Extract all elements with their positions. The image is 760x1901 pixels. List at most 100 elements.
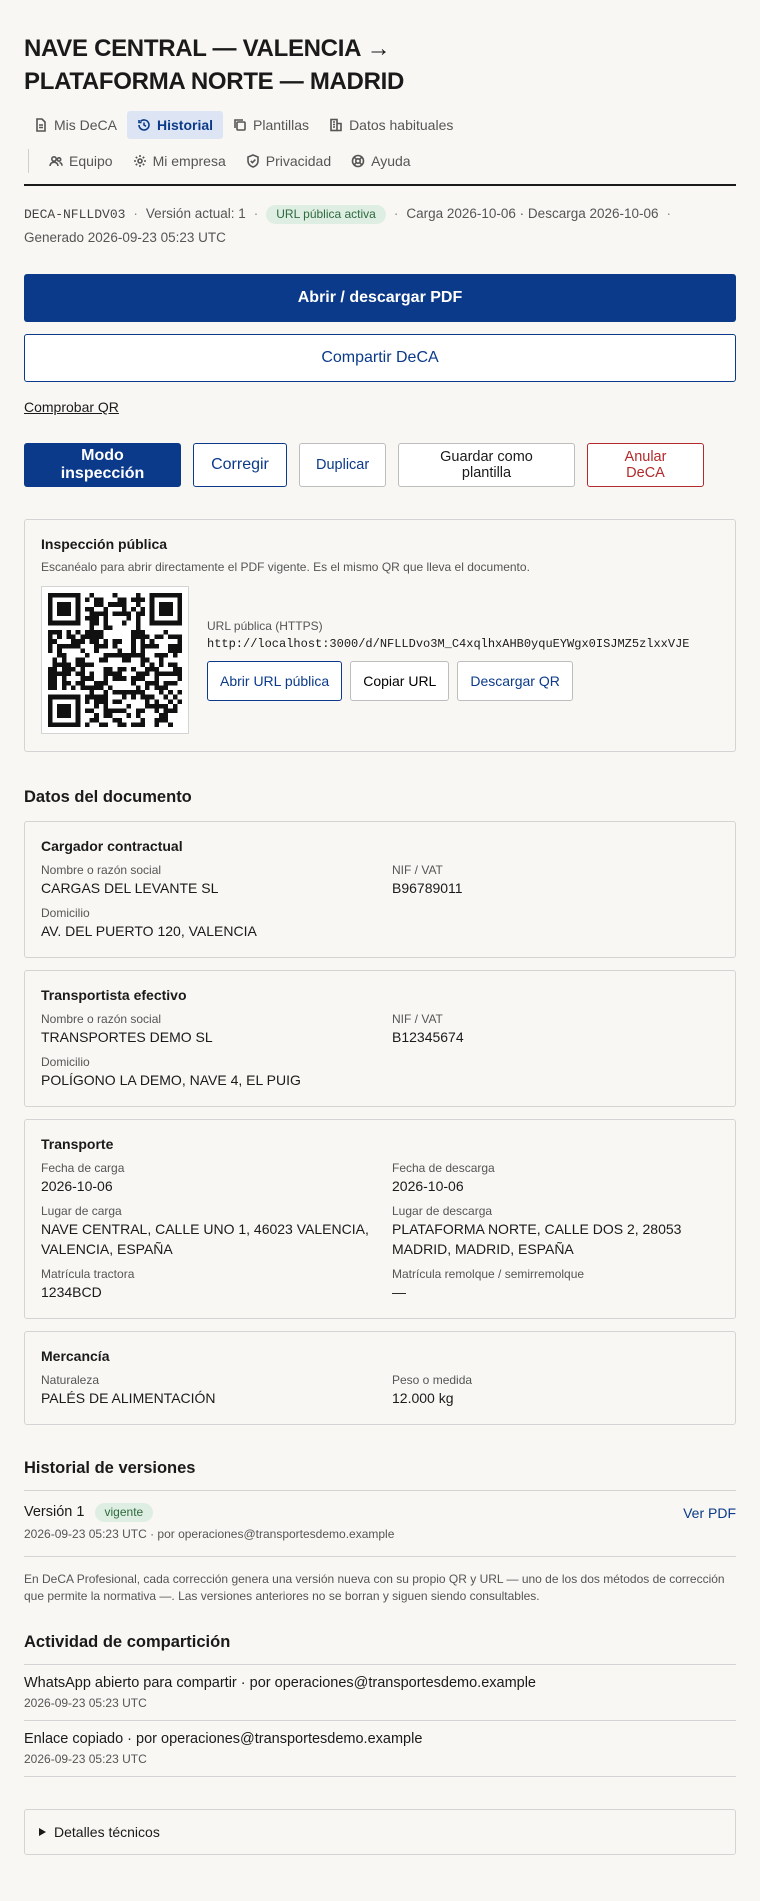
field-value: PLATAFORMA NORTE, CALLE DOS 2, 28053 MAD…: [392, 1221, 682, 1257]
versions-note: En DeCA Profesional, cada corrección gen…: [24, 1556, 736, 1605]
goods-card: Mercancía Naturaleza PALÉS DE ALIMENTACI…: [24, 1331, 736, 1425]
field-label: Lugar de descarga: [392, 1204, 493, 1218]
goods-weight-field: Peso o medida 12.000 kg: [392, 1373, 719, 1408]
nav-privacidad-label: Privacidad: [265, 153, 332, 169]
public-url-value: http://localhost:3000/d/NFLLDvo3M_C4xqlh…: [207, 637, 690, 651]
shipper-vat-field: NIF / VAT B96789011: [392, 863, 719, 898]
technical-details-toggle[interactable]: Detalles técnicos: [24, 1809, 736, 1855]
field-label: Fecha de descarga: [392, 1161, 495, 1175]
trailer-plate-field: Matrícula remolque / semirremolque —: [392, 1267, 719, 1302]
nav-historial[interactable]: Historial: [127, 111, 224, 139]
triangle-right-icon: [39, 1828, 46, 1836]
save-template-button[interactable]: Guardar como plantilla: [398, 443, 575, 487]
carrier-title: Transportista efectivo: [41, 987, 187, 1003]
document-data-title: Datos del documento: [24, 788, 192, 806]
download-qr-button[interactable]: Descargar QR: [457, 661, 573, 701]
public-url-label: URL pública (HTTPS): [207, 619, 323, 633]
shipper-title: Cargador contractual: [41, 838, 183, 854]
version-row: Versión 1 vigente Ver PDF: [24, 1503, 736, 1522]
share-activity-time: 2026-09-23 05:23 UTC: [24, 1696, 147, 1710]
nav-mi-empresa[interactable]: Mi empresa: [123, 147, 236, 175]
carrier-vat-field: NIF / VAT B12345674: [392, 1012, 719, 1047]
open-pdf-button[interactable]: Abrir / descargar PDF: [24, 274, 736, 322]
nav-mis-deca-label: Mis DeCA: [54, 117, 118, 133]
copy-url-button[interactable]: Copiar URL: [350, 661, 450, 701]
share-activity-time: 2026-09-23 05:23 UTC: [24, 1752, 147, 1766]
inspection-mode-button[interactable]: Modo inspección: [24, 443, 181, 487]
goods-fields: Naturaleza PALÉS DE ALIMENTACIÓN Peso o …: [41, 1373, 719, 1408]
nav-plantillas[interactable]: Plantillas: [223, 111, 319, 139]
field-value: 2026-10-06: [392, 1178, 464, 1194]
qr-code: [41, 586, 189, 734]
field-value: PALÉS DE ALIMENTACIÓN: [41, 1390, 216, 1406]
field-value: CARGAS DEL LEVANTE SL: [41, 880, 219, 896]
shipper-card: Cargador contractual Nombre o razón soci…: [24, 821, 736, 958]
list-item: WhatsApp abierto para compartir · por op…: [24, 1665, 736, 1721]
document-code: DECA-NFLLDV03: [24, 207, 126, 222]
meta-separator: ·: [666, 206, 672, 221]
load-place-field: Lugar de carga NAVE CENTRAL, CALLE UNO 1…: [41, 1204, 392, 1259]
nav-mis-deca[interactable]: Mis DeCA: [24, 111, 127, 139]
version-label: Versión 1: [24, 1504, 85, 1520]
check-qr-link[interactable]: Comprobar QR: [24, 399, 119, 415]
gear-icon: [133, 155, 146, 167]
field-value: 1234BCD: [41, 1284, 102, 1300]
page-title: NAVE CENTRAL — VALENCIA → PLATAFORMA NOR…: [24, 35, 405, 95]
field-value: POLÍGONO LA DEMO, NAVE 4, EL PUIG: [41, 1072, 301, 1088]
field-value: 2026-10-06: [41, 1178, 113, 1194]
transport-title: Transporte: [41, 1136, 114, 1152]
shield-icon: [246, 154, 259, 168]
divider: [24, 1490, 736, 1491]
nav-datos-habituales-label: Datos habituales: [349, 117, 454, 133]
list-item: Enlace copiado · por operaciones@transpo…: [24, 1721, 736, 1777]
nav-privacidad[interactable]: Privacidad: [236, 147, 341, 175]
field-label: NIF / VAT: [392, 1012, 443, 1026]
meta-separator: ·: [393, 206, 399, 221]
nav-datos-habituales[interactable]: Datos habituales: [319, 111, 463, 139]
carrier-name-field: Nombre o razón social TRANSPORTES DEMO S…: [41, 1012, 392, 1047]
load-unload-dates: Carga 2026-10-06 · Descarga 2026-10-06: [406, 206, 659, 221]
version-history-title: Historial de versiones: [24, 1459, 196, 1477]
shipper-fields: Nombre o razón social CARGAS DEL LEVANTE…: [41, 863, 719, 941]
shipper-name-field: Nombre o razón social CARGAS DEL LEVANTE…: [41, 863, 392, 898]
field-label: Nombre o razón social: [41, 863, 162, 877]
technical-details-label: Detalles técnicos: [54, 1824, 160, 1840]
version-name: Versión 1 vigente: [24, 1503, 154, 1522]
field-label: Naturaleza: [41, 1373, 100, 1387]
duplicate-button[interactable]: Duplicar: [299, 443, 386, 487]
generated-at: Generado 2026-09-23 05:23 UTC: [24, 230, 226, 245]
history-icon: [138, 119, 150, 131]
page: NAVE CENTRAL — VALENCIA → PLATAFORMA NOR…: [0, 0, 760, 1855]
share-activity-text: Enlace copiado · por operaciones@transpo…: [24, 1731, 423, 1747]
unload-date-field: Fecha de descarga 2026-10-06: [392, 1161, 719, 1196]
share-activity-text: WhatsApp abierto para compartir · por op…: [24, 1675, 536, 1691]
document-icon: [36, 118, 46, 132]
correct-button[interactable]: Corregir: [193, 443, 287, 487]
inspection-url-panel: URL pública (HTTPS) http://localhost:300…: [207, 619, 689, 701]
cancel-deca-button[interactable]: Anular DeCA: [587, 443, 704, 487]
inspection-body: URL pública (HTTPS) http://localhost:300…: [41, 586, 719, 734]
goods-title: Mercancía: [41, 1348, 110, 1364]
field-value: 12.000 kg: [392, 1390, 454, 1406]
nav-equipo[interactable]: Equipo: [39, 147, 123, 175]
open-public-url-button[interactable]: Abrir URL pública: [207, 661, 343, 701]
view-pdf-link[interactable]: Ver PDF: [683, 1505, 736, 1521]
sharing-activity-title: Actividad de compartición: [24, 1633, 231, 1651]
transport-card: Transporte Fecha de carga 2026-10-06 Fec…: [24, 1119, 736, 1319]
field-value: B96789011: [392, 880, 463, 896]
building-icon: [330, 118, 342, 132]
carrier-fields: Nombre o razón social TRANSPORTES DEMO S…: [41, 1012, 719, 1090]
document-actions: Modo inspección Corregir Duplicar Guarda…: [24, 443, 736, 487]
current-version: Versión actual: 1: [145, 206, 246, 221]
help-icon: [351, 154, 365, 168]
meta-separator: ·: [253, 206, 259, 221]
share-button[interactable]: Compartir DeCA: [24, 334, 736, 382]
field-label: Peso o medida: [392, 1373, 473, 1387]
nav-ayuda[interactable]: Ayuda: [341, 147, 420, 175]
document-meta: DECA-NFLLDV03 · Versión actual: 1 · URL públ…: [24, 202, 736, 249]
inspection-buttons: Abrir URL pública Copiar URL Descargar Q…: [207, 661, 689, 701]
field-label: NIF / VAT: [392, 863, 443, 877]
load-date-field: Fecha de carga 2026-10-06: [41, 1161, 392, 1196]
nav-row-secondary: Equipo Mi empresa Privacidad Ayuda: [24, 144, 736, 178]
field-value: AV. DEL PUERTO 120, VALENCIA: [41, 923, 257, 939]
